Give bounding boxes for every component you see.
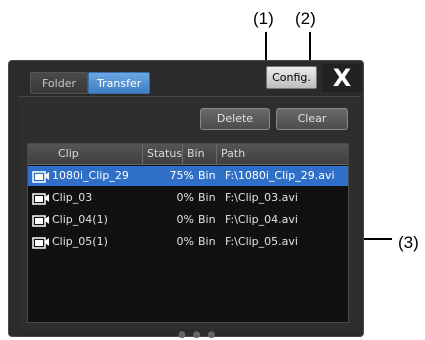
row-path: F:\Clip_04.avi bbox=[225, 213, 298, 226]
tab-folder[interactable]: Folder bbox=[30, 72, 88, 94]
clip-icon bbox=[32, 215, 49, 227]
callout-label-3: (3) bbox=[398, 233, 419, 252]
table-row[interactable]: Clip_05(1) 0% Bin F:\Clip_05.avi bbox=[28, 232, 348, 252]
row-status: 75% bbox=[169, 169, 194, 182]
row-bin: Bin bbox=[198, 191, 216, 204]
column-header-status[interactable]: Status bbox=[143, 144, 183, 164]
row-path: F:\1080i_Clip_29.avi bbox=[225, 169, 335, 182]
config-button[interactable]: Config. bbox=[266, 66, 317, 89]
callout-label-2: (2) bbox=[295, 9, 316, 28]
clip-icon bbox=[32, 171, 49, 183]
table-row[interactable]: Clip_04(1) 0% Bin F:\Clip_04.avi bbox=[28, 210, 348, 230]
row-path: F:\Clip_03.avi bbox=[225, 191, 298, 204]
callout-label-1: (1) bbox=[253, 9, 274, 28]
tab-transfer[interactable]: Transfer bbox=[88, 72, 150, 94]
table-row[interactable]: Clip_03 0% Bin F:\Clip_03.avi bbox=[28, 188, 348, 208]
row-bin: Bin bbox=[198, 235, 216, 248]
row-status: 0% bbox=[176, 191, 194, 204]
row-clip: Clip_05(1) bbox=[52, 235, 108, 248]
clear-button[interactable]: Clear bbox=[276, 108, 348, 130]
row-path: F:\Clip_05.avi bbox=[225, 235, 298, 248]
column-header-clip[interactable]: Clip bbox=[28, 144, 143, 164]
list-header: Clip Status Bin Path bbox=[28, 144, 348, 165]
transfer-list[interactable]: Clip Status Bin Path 1080i_Clip_29 75% B… bbox=[27, 143, 349, 323]
row-bin: Bin bbox=[198, 213, 216, 226]
table-row[interactable]: 1080i_Clip_29 75% Bin F:\1080i_Clip_29.a… bbox=[28, 166, 348, 186]
clip-icon bbox=[32, 237, 49, 249]
column-header-bin[interactable]: Bin bbox=[183, 144, 217, 164]
column-header-path[interactable]: Path bbox=[217, 144, 348, 164]
row-bin: Bin bbox=[198, 169, 216, 182]
row-status: 0% bbox=[176, 213, 194, 226]
row-clip: Clip_04(1) bbox=[52, 213, 108, 226]
delete-button[interactable]: Delete bbox=[200, 108, 270, 130]
clip-icon bbox=[32, 193, 49, 205]
close-icon[interactable]: X bbox=[322, 64, 362, 92]
row-status: 0% bbox=[176, 235, 194, 248]
row-clip: 1080i_Clip_29 bbox=[52, 169, 129, 182]
row-clip: Clip_03 bbox=[52, 191, 93, 204]
